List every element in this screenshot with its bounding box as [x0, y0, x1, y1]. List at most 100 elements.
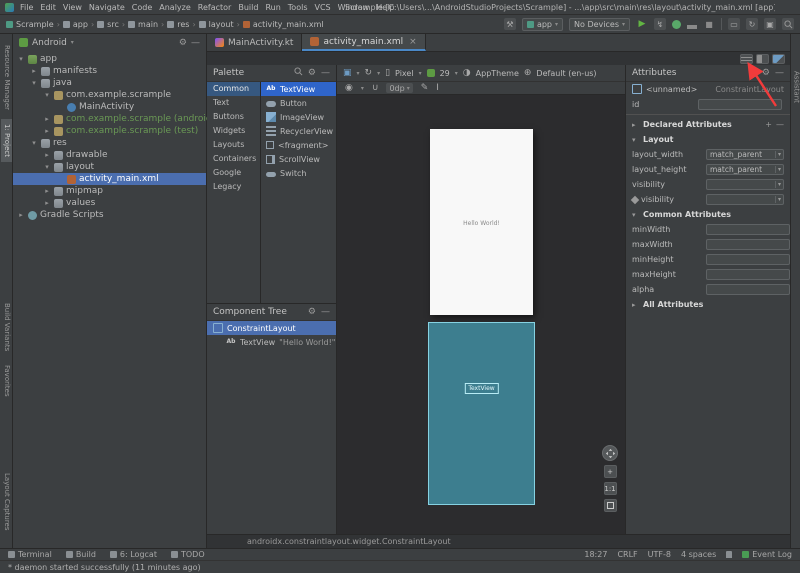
breadcrumb-activity-main-xml[interactable]: activity_main.xml	[242, 20, 324, 29]
hide-panel-icon[interactable]: —	[321, 307, 330, 317]
view-code-icon[interactable]	[740, 53, 753, 64]
section-expanded-icon[interactable]: ▾	[632, 136, 639, 144]
breadcrumb-src[interactable]: src	[97, 20, 119, 29]
status-widget-4-spaces[interactable]: 4 spaces	[681, 550, 716, 559]
menu-build[interactable]: Build	[238, 3, 258, 12]
zoom-in-button[interactable]: +	[603, 465, 617, 478]
apply-changes-button[interactable]: ↯	[654, 18, 666, 30]
tree-item-java[interactable]: ▾ java	[13, 77, 206, 89]
palette-category-common[interactable]: Common	[207, 82, 260, 96]
palette-item-button[interactable]: Button	[261, 96, 336, 110]
api-level-select[interactable]: 29	[440, 69, 450, 78]
design-canvas[interactable]: Hello World! TextView + 1:1	[337, 95, 625, 534]
profiler-button[interactable]	[687, 19, 697, 29]
close-tab-icon[interactable]: ×	[409, 37, 417, 47]
palette-category-widgets[interactable]: Widgets	[207, 124, 260, 138]
tree-item-mainactivity[interactable]: MainActivity	[13, 101, 206, 113]
avd-manager-icon[interactable]: ▭	[728, 18, 740, 30]
tab-activity-main-xml[interactable]: activity_main.xml ×	[302, 34, 426, 51]
layout-width-combo[interactable]: match_parent ▾	[706, 149, 784, 160]
remove-attribute-button[interactable]: —	[776, 120, 784, 129]
settings-gear-icon[interactable]: ⚙	[179, 38, 187, 48]
autoconnect-magnet-icon[interactable]: ∪	[372, 83, 379, 93]
menu-file[interactable]: File	[20, 3, 33, 12]
tree-item-res[interactable]: ▾ res	[13, 137, 206, 149]
section-layout[interactable]: ▾ Layout	[626, 132, 790, 147]
tree-collapsed-icon[interactable]: ▸	[43, 113, 51, 125]
lock-icon[interactable]	[726, 551, 733, 558]
tree-expanded-icon[interactable]: ▾	[43, 161, 51, 173]
tree-collapsed-icon[interactable]: ▸	[43, 197, 51, 209]
palette-category-google[interactable]: Google	[207, 166, 260, 180]
tool-window-6-logcat[interactable]: 6: Logcat	[109, 550, 157, 559]
tab-mainactivity-kt[interactable]: MainActivity.kt	[207, 34, 303, 51]
section-common-attributes[interactable]: ▾ Common Attributes	[626, 207, 790, 222]
section-expanded-icon[interactable]: ▾	[632, 211, 639, 219]
palette-category-legacy[interactable]: Legacy	[207, 180, 260, 194]
breadcrumb-scrample[interactable]: Scrample	[6, 20, 54, 29]
guidelines-icon[interactable]: ✎	[421, 83, 429, 93]
tree-collapsed-icon[interactable]: ▸	[17, 209, 25, 221]
run-configuration-select[interactable]: app ▾	[521, 17, 564, 31]
add-attribute-button[interactable]: +	[765, 120, 772, 129]
sdk-manager-icon[interactable]: ▣	[764, 18, 776, 30]
search-everywhere-icon[interactable]	[782, 18, 794, 30]
tree-collapsed-icon[interactable]: ▸	[30, 65, 38, 77]
tree-item-com-example-scrample-test[interactable]: ▸ com.example.scrample (test)	[13, 125, 206, 137]
status-widget-utf-8[interactable]: UTF-8	[648, 550, 671, 559]
tree-item-activity-main-xml[interactable]: activity_main.xml	[13, 173, 206, 185]
blueprint-preview-phone[interactable]: TextView	[428, 322, 535, 505]
zoom-to-fit-button[interactable]	[603, 499, 617, 512]
menu-vcs[interactable]: VCS	[315, 3, 331, 12]
textview-preview[interactable]: Hello World!	[430, 220, 533, 227]
project-view-select[interactable]: Android	[32, 38, 67, 48]
tool-window-todo[interactable]: TODO	[170, 550, 205, 559]
tool-window-button-assistant[interactable]: Assistant	[791, 66, 800, 108]
palette-item-fragment[interactable]: <fragment>	[261, 138, 336, 152]
breadcrumb-layout[interactable]: layout	[198, 20, 234, 29]
menu-refactor[interactable]: Refactor	[198, 3, 232, 12]
stop-button[interactable]: ■	[703, 18, 715, 30]
menu-code[interactable]: Code	[132, 3, 152, 12]
theme-select[interactable]: AppTheme	[476, 69, 519, 78]
palette-category-containers[interactable]: Containers	[207, 152, 260, 166]
palette-category-buttons[interactable]: Buttons	[207, 110, 260, 124]
id-input[interactable]	[698, 98, 782, 110]
view-split-icon[interactable]	[756, 53, 769, 64]
sync-project-icon[interactable]: ↻	[746, 18, 758, 30]
minwidth-input[interactable]	[706, 224, 790, 235]
run-button[interactable]: ▶	[636, 18, 648, 30]
locale-select[interactable]: Default (en-us)	[536, 69, 596, 78]
device-in-editor-select[interactable]: Pixel	[395, 69, 414, 78]
palette-category-text[interactable]: Text	[207, 96, 260, 110]
menu-tools[interactable]: Tools	[288, 3, 308, 12]
settings-gear-icon[interactable]: ⚙	[308, 68, 316, 78]
section-collapsed-icon[interactable]: ▸	[632, 301, 639, 309]
palette-item-textview[interactable]: Ab TextView	[261, 82, 336, 96]
zoom-actual-button[interactable]: 1:1	[603, 482, 617, 495]
hide-panel-icon[interactable]: —	[191, 38, 200, 48]
tree-item-gradle-scripts[interactable]: ▸ Gradle Scripts	[13, 209, 206, 221]
tool-window-button-favorites[interactable]: Favorites	[1, 360, 12, 402]
status-widget-crlf[interactable]: CRLF	[617, 550, 637, 559]
component-constraintlayout[interactable]: ConstraintLayout	[207, 321, 336, 335]
settings-gear-icon[interactable]: ⚙	[308, 307, 316, 317]
view-options-eye-icon[interactable]: ◉	[345, 83, 353, 93]
palette-item-switch[interactable]: Switch	[261, 166, 336, 180]
tree-item-mipmap[interactable]: ▸ mipmap	[13, 185, 206, 197]
tree-item-values[interactable]: ▸ values	[13, 197, 206, 209]
tree-collapsed-icon[interactable]: ▸	[43, 185, 51, 197]
section-collapsed-icon[interactable]: ▸	[632, 121, 639, 129]
maxwidth-input[interactable]	[706, 239, 790, 250]
tree-collapsed-icon[interactable]: ▸	[43, 149, 51, 161]
palette-category-layouts[interactable]: Layouts	[207, 138, 260, 152]
tree-item-manifests[interactable]: ▸ manifests	[13, 65, 206, 77]
view-design-icon[interactable]	[772, 53, 785, 64]
menu-run[interactable]: Run	[265, 3, 280, 12]
tree-collapsed-icon[interactable]: ▸	[43, 125, 51, 137]
breadcrumb-app[interactable]: app	[62, 20, 88, 29]
alpha-input[interactable]	[706, 284, 790, 295]
align-icon[interactable]: I	[436, 83, 439, 93]
section-declared-attributes[interactable]: ▸ Declared Attributes + —	[626, 117, 790, 132]
status-widget-18-27[interactable]: 18:27	[584, 550, 607, 559]
